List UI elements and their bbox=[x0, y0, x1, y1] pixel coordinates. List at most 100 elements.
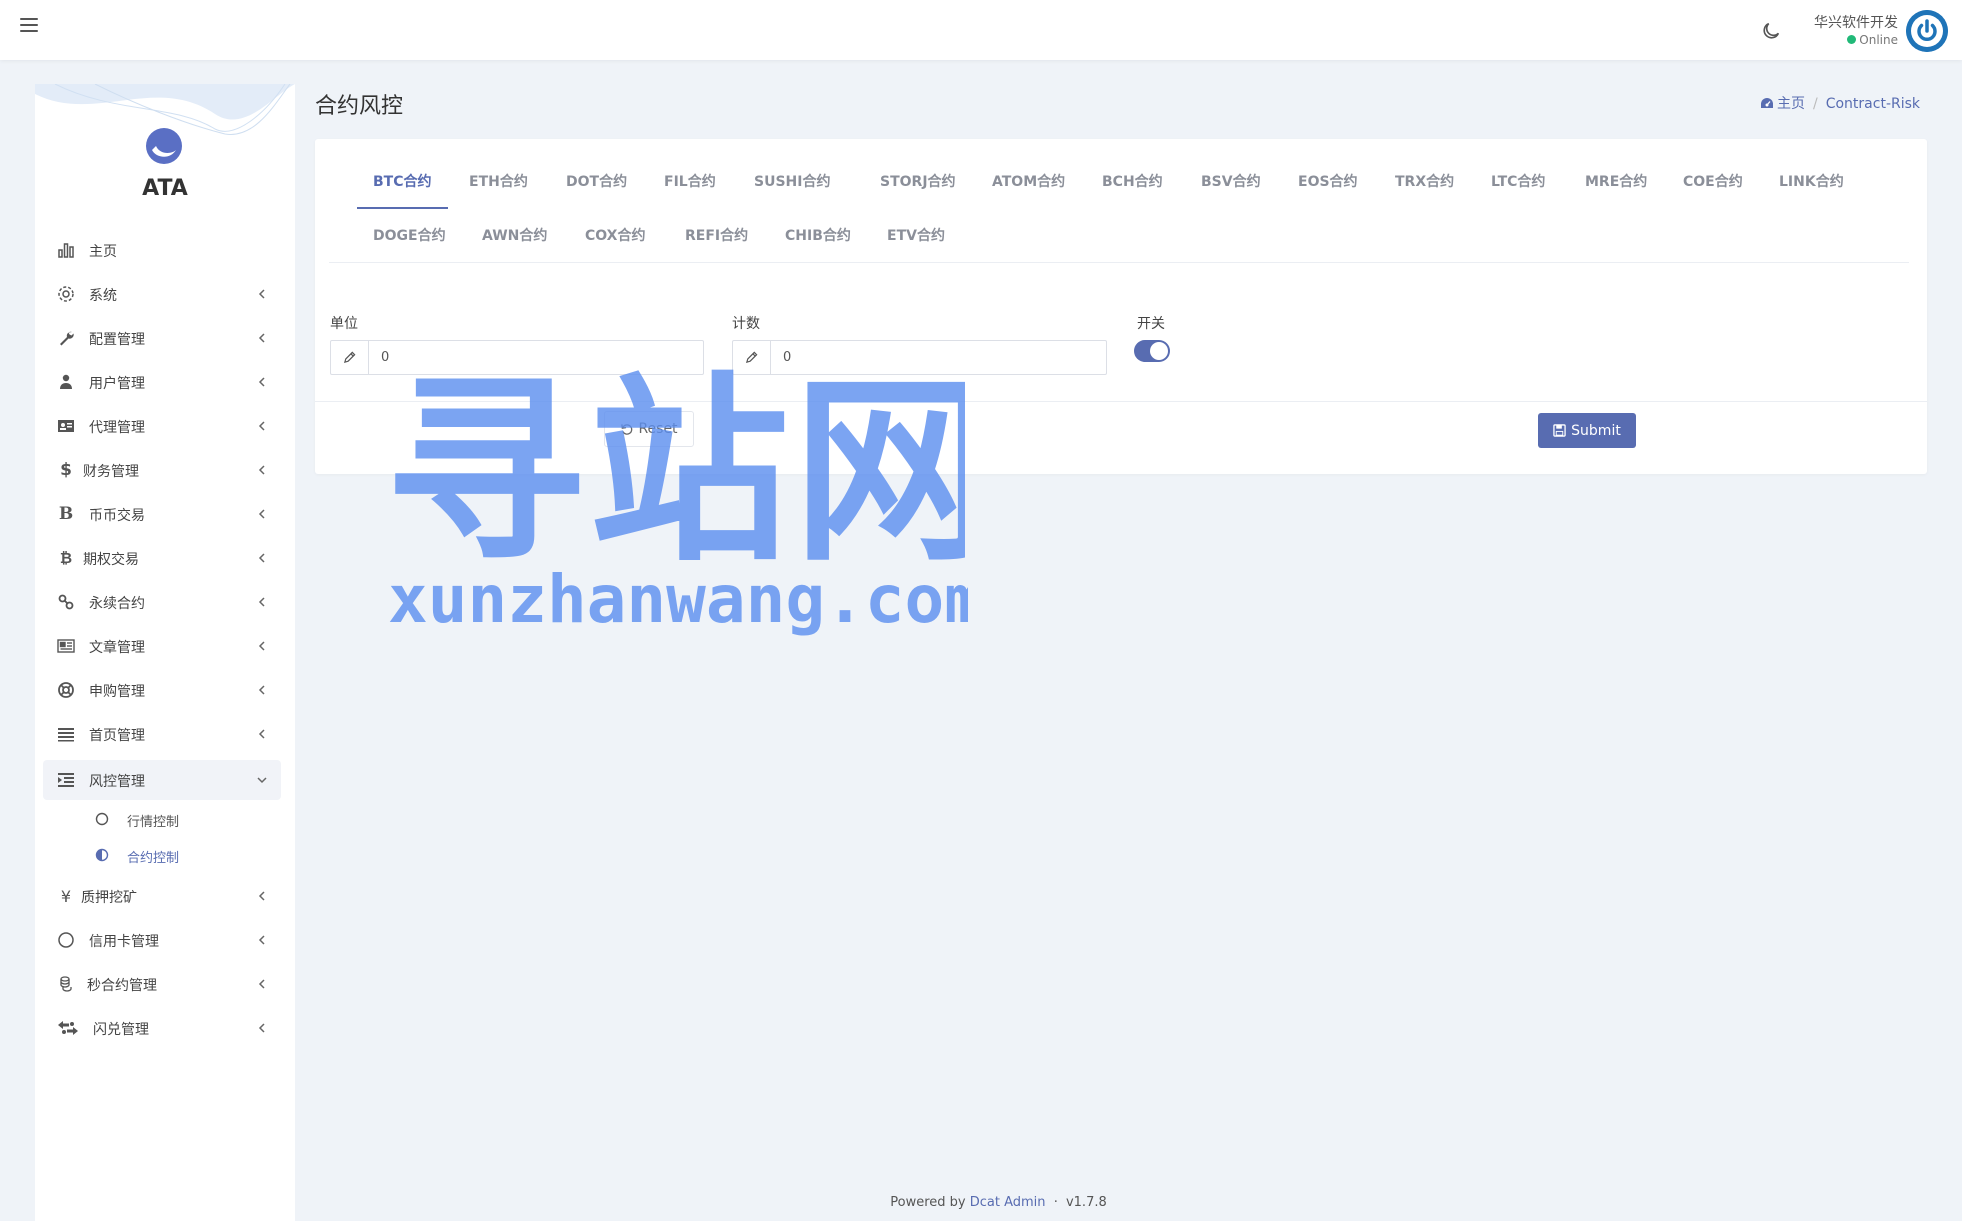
sidebar-item-staking[interactable]: ¥ 质押挖矿 bbox=[43, 876, 281, 916]
dark-mode-icon[interactable] bbox=[1760, 20, 1782, 42]
half-circle-icon bbox=[95, 848, 109, 862]
menu-toggle-icon[interactable] bbox=[20, 18, 38, 34]
dollar-icon: $ bbox=[60, 460, 72, 480]
tab-bch[interactable]: BCH合约 bbox=[1086, 155, 1179, 209]
sidebar-item-label: 质押挖矿 bbox=[81, 890, 137, 906]
sidebar-item-label: 配置管理 bbox=[89, 332, 145, 348]
user-status: Online bbox=[1780, 33, 1898, 47]
chevron-left-icon bbox=[258, 553, 265, 563]
tab-awn[interactable]: AWN合约 bbox=[466, 209, 563, 263]
chevron-left-icon bbox=[258, 729, 265, 739]
user-name[interactable]: 华兴软件开发 bbox=[1780, 12, 1898, 32]
chevron-left-icon bbox=[258, 509, 265, 519]
sidebar-item-finance[interactable]: $ 财务管理 bbox=[43, 450, 281, 490]
sidebar-item-credit-card[interactable]: 信用卡管理 bbox=[43, 920, 281, 960]
sidebar-item-perpetual[interactable]: 永续合约 bbox=[43, 582, 281, 622]
exchange-icon bbox=[58, 1021, 78, 1035]
dashboard-icon bbox=[1761, 98, 1773, 108]
gear-icon bbox=[58, 286, 74, 302]
sidebar-item-second-contract[interactable]: 秒合约管理 bbox=[43, 964, 281, 1004]
avatar[interactable] bbox=[1906, 10, 1948, 52]
tab-fil[interactable]: FIL合约 bbox=[648, 155, 732, 209]
sidebar-item-subscription[interactable]: 申购管理 bbox=[43, 670, 281, 710]
breadcrumb-home[interactable]: 主页 bbox=[1777, 96, 1805, 112]
footer-powered-by: Powered by bbox=[890, 1195, 966, 1210]
sidebar-item-label: 首页管理 bbox=[89, 728, 145, 744]
chevron-left-icon bbox=[258, 465, 265, 475]
sidebar-item-flash-swap[interactable]: 闪兑管理 bbox=[43, 1008, 281, 1048]
submit-button[interactable]: Submit bbox=[1538, 413, 1636, 448]
sidebar-item-config[interactable]: 配置管理 bbox=[43, 318, 281, 358]
chevron-down-icon bbox=[257, 777, 267, 784]
tab-sushi[interactable]: SUSHI合约 bbox=[738, 155, 846, 209]
tab-eos[interactable]: EOS合约 bbox=[1282, 155, 1374, 209]
online-dot-icon bbox=[1847, 35, 1857, 44]
top-navbar: 华兴软件开发 Online bbox=[0, 0, 1962, 60]
sidebar-subitem-market-control[interactable]: 行情控制 bbox=[43, 802, 281, 836]
tab-doge[interactable]: DOGE合约 bbox=[357, 209, 462, 263]
switch-toggle[interactable] bbox=[1134, 340, 1170, 362]
sidebar-item-system[interactable]: 系统 bbox=[43, 274, 281, 314]
sidebar-item-label: 期权交易 bbox=[83, 552, 139, 568]
sidebar-item-risk[interactable]: 风控管理 bbox=[43, 760, 281, 800]
pencil-icon bbox=[331, 341, 369, 374]
tab-storj[interactable]: STORJ合约 bbox=[864, 155, 972, 209]
circle-icon bbox=[95, 812, 109, 826]
sidebar-item-label: 风控管理 bbox=[89, 774, 145, 790]
sidebar-item-spot[interactable]: B 币币交易 bbox=[43, 494, 281, 534]
sidebar-item-label: 信用卡管理 bbox=[89, 934, 159, 950]
chevron-left-icon bbox=[258, 935, 265, 945]
chevron-left-icon bbox=[258, 1023, 265, 1033]
watermark-chinese: 寻站网 bbox=[385, 368, 965, 578]
brand-logo-icon bbox=[146, 128, 182, 164]
circle-icon bbox=[58, 932, 74, 948]
chevron-left-icon bbox=[258, 421, 265, 431]
sidebar-subitem-label: 行情控制 bbox=[127, 815, 180, 830]
tab-atom[interactable]: ATOM合约 bbox=[976, 155, 1081, 209]
bold-b-icon: B bbox=[58, 504, 74, 524]
brand-name: ATA bbox=[142, 176, 188, 201]
sidebar-item-home[interactable]: 主页 bbox=[43, 230, 281, 270]
sidebar-item-label: 财务管理 bbox=[83, 464, 139, 480]
sidebar-item-label: 秒合约管理 bbox=[87, 978, 157, 994]
sidebar-item-articles[interactable]: 文章管理 bbox=[43, 626, 281, 666]
lifebuoy-icon bbox=[58, 682, 74, 698]
link-icon bbox=[58, 594, 74, 610]
watermark-domain: xunzhanwang.com bbox=[388, 561, 968, 638]
sidebar-subitem-contract-control[interactable]: 合约控制 bbox=[43, 838, 281, 872]
coins-icon bbox=[60, 976, 72, 992]
contract-tabs: BTC合约 ETH合约 DOT合约 FIL合约 SUSHI合约 STORJ合约 … bbox=[329, 139, 1909, 263]
chevron-left-icon bbox=[258, 685, 265, 695]
tab-bsv[interactable]: BSV合约 bbox=[1185, 155, 1277, 209]
sidebar-item-label: 永续合约 bbox=[89, 596, 145, 612]
newspaper-icon bbox=[57, 639, 75, 653]
chevron-left-icon bbox=[258, 377, 265, 387]
tab-trx[interactable]: TRX合约 bbox=[1379, 155, 1470, 209]
tab-link[interactable]: LINK合约 bbox=[1763, 155, 1860, 209]
tab-chib[interactable]: CHIB合约 bbox=[769, 209, 867, 263]
tab-refi[interactable]: REFI合约 bbox=[669, 209, 764, 263]
breadcrumb: 主页 / Contract-Risk bbox=[1760, 93, 1920, 113]
tab-btc[interactable]: BTC合约 bbox=[357, 155, 448, 209]
wrench-icon bbox=[60, 331, 74, 346]
sidebar-item-users[interactable]: 用户管理 bbox=[43, 362, 281, 402]
tab-ltc[interactable]: LTC合约 bbox=[1475, 155, 1561, 209]
sidebar-item-label: 闪兑管理 bbox=[93, 1022, 149, 1038]
sidebar-item-agents[interactable]: 代理管理 bbox=[43, 406, 281, 446]
id-card-icon bbox=[58, 420, 74, 432]
tab-coe[interactable]: COE合约 bbox=[1667, 155, 1759, 209]
sidebar-item-options[interactable]: ₿ 期权交易 bbox=[43, 538, 281, 578]
sidebar-item-label: 主页 bbox=[89, 244, 117, 260]
tab-cox[interactable]: COX合约 bbox=[569, 209, 661, 263]
sidebar-item-label: 申购管理 bbox=[89, 684, 145, 700]
breadcrumb-current[interactable]: Contract-Risk bbox=[1826, 96, 1920, 112]
list-icon bbox=[58, 728, 74, 742]
tab-etv[interactable]: ETV合约 bbox=[871, 209, 961, 263]
tab-mre[interactable]: MRE合约 bbox=[1569, 155, 1663, 209]
tab-eth[interactable]: ETH合约 bbox=[453, 155, 544, 209]
switch-knob bbox=[1150, 342, 1168, 360]
sidebar-item-homepage[interactable]: 首页管理 bbox=[43, 714, 281, 754]
footer-framework-link[interactable]: Dcat Admin bbox=[970, 1195, 1046, 1210]
tab-dot[interactable]: DOT合约 bbox=[550, 155, 643, 209]
indent-icon bbox=[58, 773, 74, 787]
